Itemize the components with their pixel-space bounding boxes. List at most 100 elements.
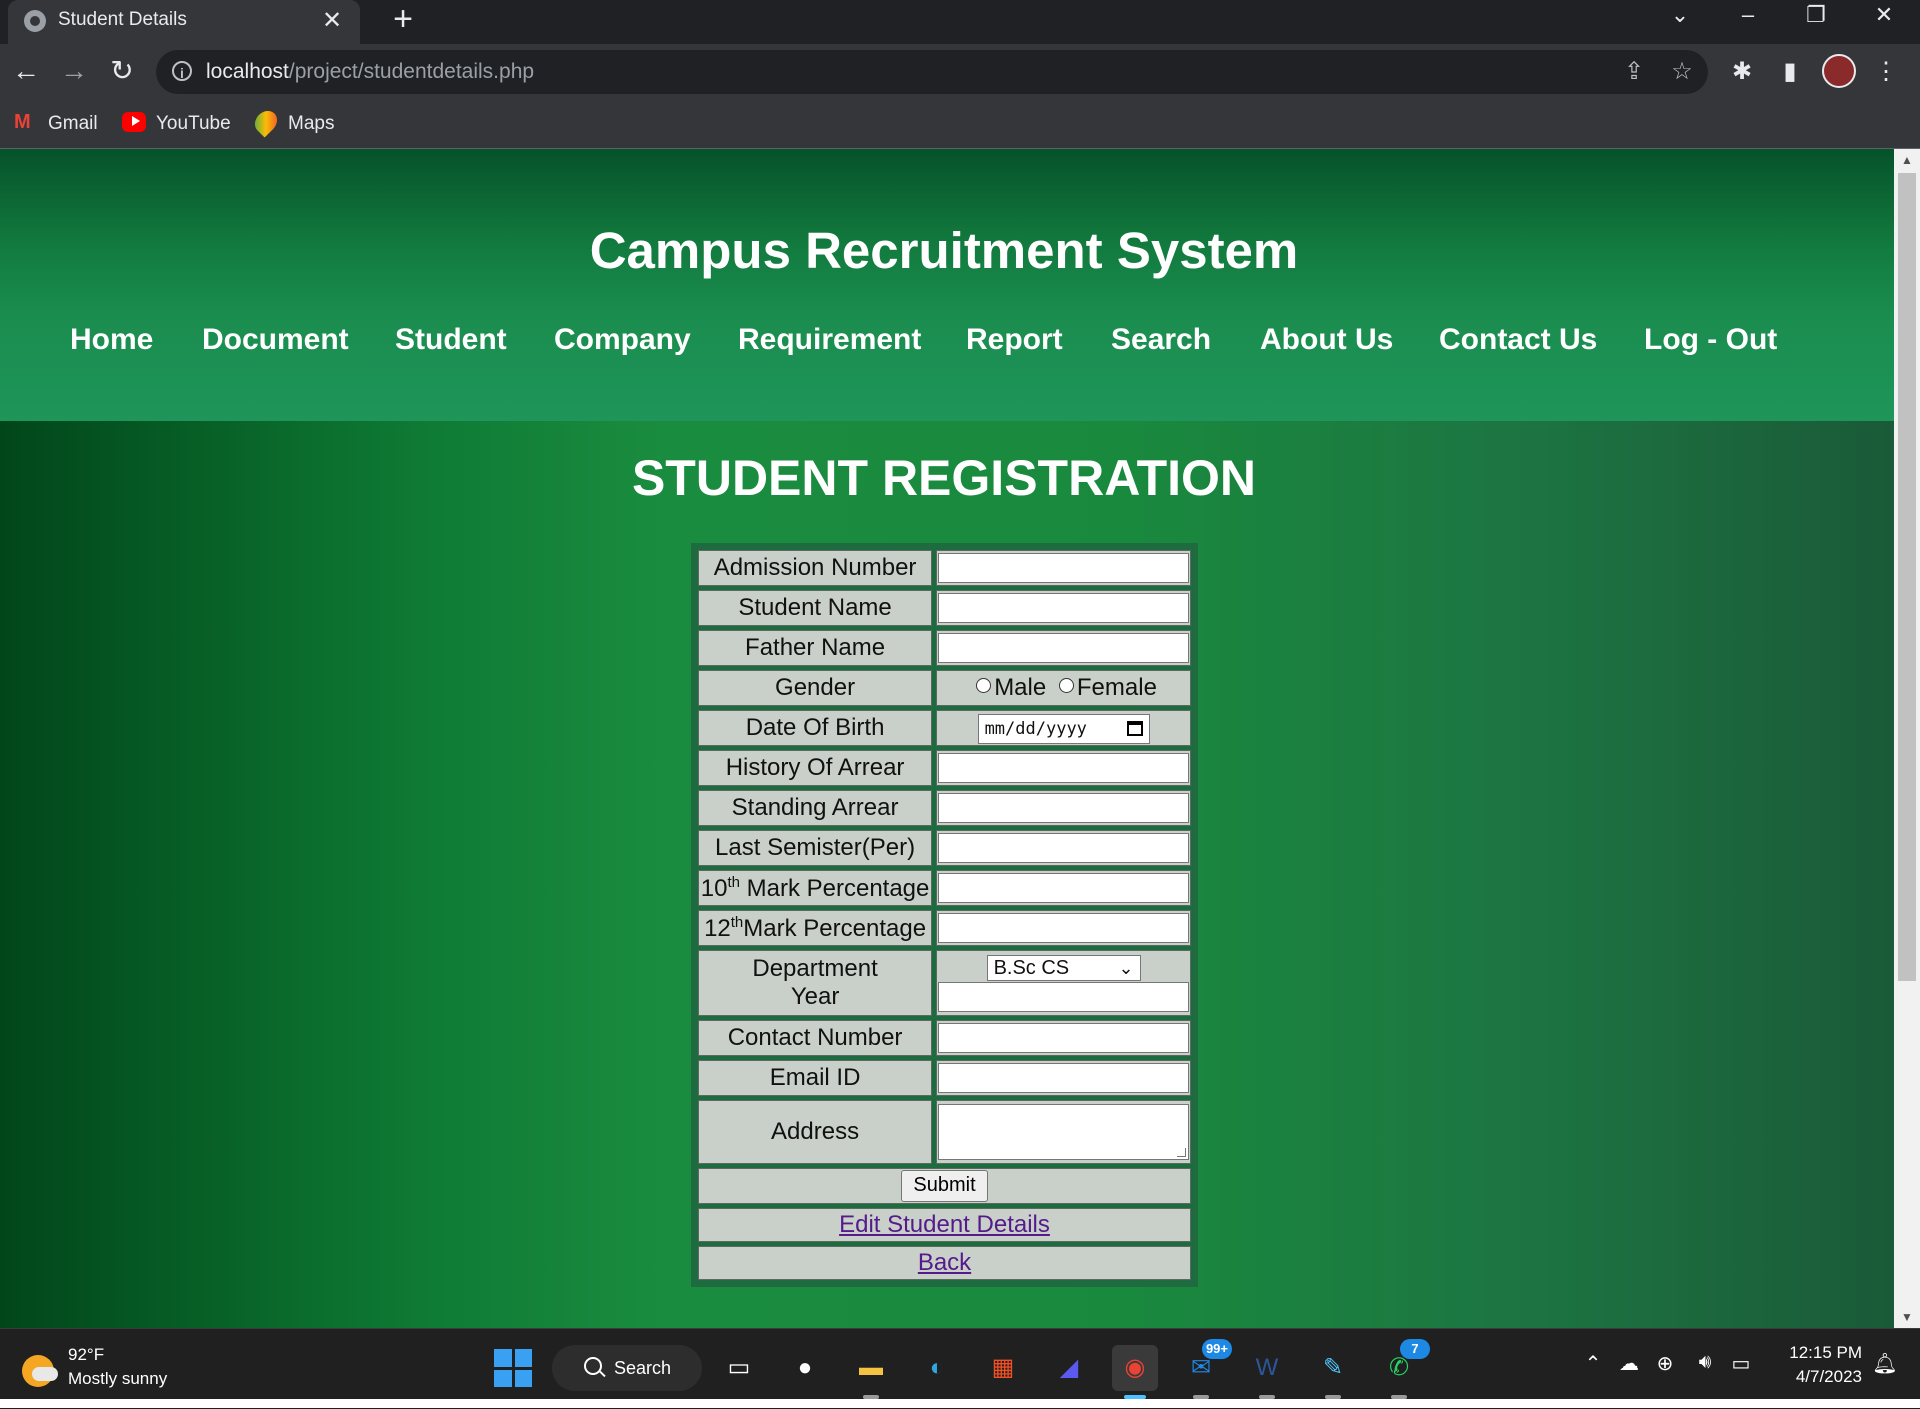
student-name-input[interactable] [938, 593, 1190, 623]
address-textarea[interactable] [938, 1104, 1190, 1160]
app-icon[interactable]: ◢ [1046, 1345, 1092, 1391]
chevron-up-icon[interactable]: ⌃ [1578, 1351, 1608, 1376]
windows-start-icon[interactable] [494, 1349, 532, 1387]
last-semester-label: Last Semister(Per) [698, 830, 933, 866]
back-arrow-icon[interactable]: ← [8, 54, 44, 90]
volume-icon[interactable]: 🔊︎ [1690, 1351, 1720, 1374]
scroll-thumb[interactable] [1898, 173, 1916, 981]
weather-widget[interactable]: 92°F Mostly sunny [20, 1341, 220, 1397]
site-title: Campus Recruitment System [589, 222, 1299, 279]
bookmark-youtube[interactable]: YouTube [122, 110, 231, 138]
calendar-icon[interactable] [1126, 720, 1143, 736]
nav-contact-us[interactable]: Contact Us [1439, 323, 1597, 357]
standing-arrear-input[interactable] [938, 793, 1190, 823]
year-input[interactable] [938, 982, 1190, 1012]
weather-desc: Mostly sunny [68, 1369, 168, 1388]
father-name-input[interactable] [938, 633, 1190, 663]
nav-search[interactable]: Search [1111, 323, 1211, 357]
gender-male-label: Male [994, 674, 1047, 701]
department-select[interactable]: B.Sc CS ⌄ [986, 955, 1141, 981]
page-viewport: Campus Recruitment System Home Document … [0, 149, 1894, 1328]
reload-icon[interactable]: ↻ [104, 54, 140, 90]
nav-log-out[interactable]: Log - Out [1644, 323, 1777, 357]
nav-company[interactable]: Company [554, 323, 691, 357]
profile-avatar[interactable] [1822, 54, 1856, 88]
bookmark-maps-label: Maps [288, 113, 335, 134]
history-arrear-input[interactable] [938, 753, 1190, 783]
edge-icon[interactable]: ◐ [914, 1345, 960, 1391]
url-text[interactable]: localhost/project/studentdetails.php [206, 60, 534, 84]
taskbar-search[interactable]: Search [552, 1345, 702, 1391]
scroll-down-icon[interactable]: ▼ [1894, 1306, 1920, 1328]
clock[interactable]: 12:15 PM 4/7/2023 [1762, 1341, 1862, 1389]
whatsapp-icon[interactable]: ✆ 7 [1376, 1339, 1430, 1399]
browser-tab[interactable]: Student Details ✕ [8, 0, 360, 44]
task-view-icon[interactable]: ▭ [716, 1345, 762, 1391]
admission-number-input[interactable] [938, 553, 1190, 583]
nav-home[interactable]: Home [70, 323, 153, 357]
forward-arrow-icon[interactable]: → [56, 54, 92, 90]
teams-chat-icon[interactable]: ● [782, 1345, 828, 1391]
clock-date: 4/7/2023 [1795, 1367, 1862, 1386]
tenth-mark-label: 10th Mark Percentage [698, 870, 933, 906]
contact-number-label: Contact Number [698, 1020, 933, 1056]
side-panel-icon[interactable]: ▮ [1772, 54, 1808, 90]
tab-strip: Student Details ✕ + ⌄ – ❐ ✕ [0, 0, 1920, 44]
bookmark-gmail[interactable]: M Gmail [14, 110, 98, 138]
notification-bell-icon[interactable]: 🔔︎ [1870, 1351, 1900, 1376]
tenth-sup: th [727, 873, 740, 891]
file-explorer-icon[interactable]: ▬ [848, 1345, 894, 1399]
standing-arrear-label: Standing Arrear [698, 790, 933, 826]
page-heading: STUDENT REGISTRATION [631, 450, 1257, 506]
bookmark-maps[interactable]: Maps [250, 106, 335, 138]
word-icon[interactable]: W [1244, 1345, 1290, 1399]
dob-placeholder: mm/dd/yyyy [984, 718, 1087, 739]
mail-icon[interactable]: ✉ 99+ [1178, 1339, 1232, 1399]
dob-input[interactable]: mm/dd/yyyy [977, 713, 1150, 744]
nav-requirement[interactable]: Requirement [738, 323, 921, 357]
address-bar[interactable]: i localhost/project/studentdetails.php ⇪… [156, 50, 1708, 94]
father-name-label: Father Name [698, 630, 933, 666]
paint-icon[interactable]: ✎ [1310, 1345, 1356, 1399]
microsoft-store-icon[interactable]: ▦ [980, 1345, 1026, 1391]
share-icon[interactable]: ⇪ [1620, 58, 1648, 86]
youtube-icon [122, 111, 146, 132]
twelfth-mark-label: 12thMark Percentage [698, 910, 933, 946]
gender-female-radio[interactable] [1058, 678, 1074, 694]
back-link[interactable]: Back [918, 1249, 971, 1276]
onedrive-icon[interactable]: ☁ [1614, 1351, 1644, 1376]
chrome-icon[interactable]: ◉ [1112, 1345, 1158, 1399]
chevron-down-icon: ⌄ [1118, 958, 1134, 978]
new-tab-button[interactable]: + [386, 2, 420, 36]
last-semester-input[interactable] [938, 833, 1190, 863]
submit-button[interactable]: Submit [901, 1170, 988, 1202]
globe-icon [24, 10, 46, 32]
close-tab-icon[interactable]: ✕ [318, 6, 346, 35]
nav-about-us[interactable]: About Us [1260, 323, 1393, 357]
battery-icon[interactable]: ▭ [1726, 1351, 1756, 1376]
edit-student-details-link[interactable]: Edit Student Details [839, 1211, 1050, 1238]
close-window-button[interactable]: ✕ [1850, 0, 1918, 44]
language-globe-icon[interactable]: ⊕ [1650, 1351, 1680, 1376]
nav-document[interactable]: Document [202, 323, 349, 357]
gender-male-radio[interactable] [976, 678, 992, 694]
bookmark-star-icon[interactable]: ☆ [1668, 58, 1696, 86]
extensions-icon[interactable]: ✱ [1724, 54, 1760, 90]
restore-button[interactable]: ❐ [1782, 0, 1850, 44]
email-id-input[interactable] [938, 1063, 1190, 1093]
menu-kebab-icon[interactable]: ⋮ [1868, 54, 1904, 90]
scroll-up-icon[interactable]: ▲ [1894, 149, 1920, 171]
student-name-label: Student Name [698, 590, 933, 626]
page-scrollbar[interactable]: ▲ ▼ [1894, 149, 1920, 1328]
chevron-down-icon[interactable]: ⌄ [1646, 0, 1714, 44]
contact-number-input[interactable] [938, 1023, 1190, 1053]
tenth-mark-input[interactable] [938, 873, 1190, 903]
url-host: localhost [206, 60, 289, 83]
tab-title: Student Details [58, 9, 187, 30]
nav-student[interactable]: Student [395, 323, 507, 357]
bookmark-youtube-label: YouTube [156, 113, 231, 134]
info-icon[interactable]: i [172, 61, 192, 81]
nav-report[interactable]: Report [966, 323, 1063, 357]
twelfth-mark-input[interactable] [938, 913, 1190, 943]
minimize-button[interactable]: – [1714, 0, 1782, 44]
